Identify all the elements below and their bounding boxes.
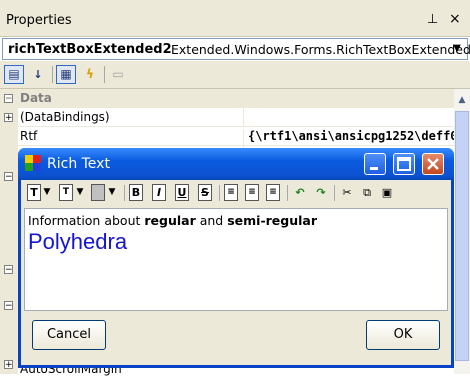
paste-icon[interactable]: ▣ (379, 184, 395, 201)
scroll-thumb[interactable] (455, 111, 469, 361)
rich-text-editor[interactable]: Information about regular and semi-regul… (24, 208, 448, 311)
italic-icon[interactable]: I (152, 184, 166, 201)
underline-icon[interactable]: U (175, 184, 189, 201)
property-value[interactable] (243, 108, 248, 127)
object-name: richTextBoxExtended2 (8, 42, 172, 57)
events-icon[interactable]: ϟ (80, 65, 100, 84)
bold-icon[interactable]: B (129, 184, 143, 201)
cut-icon[interactable]: ✂ (339, 184, 355, 201)
property-row-databindings[interactable]: + (DataBindings) (0, 108, 454, 127)
collapse-icon[interactable]: − (4, 301, 13, 311)
properties-icon[interactable]: ▦ (56, 65, 76, 84)
color-icon[interactable] (91, 184, 105, 201)
font-size-icon[interactable]: T (59, 184, 73, 201)
ok-button[interactable]: OK (366, 320, 440, 350)
align-center-icon[interactable]: ≡ (245, 184, 259, 201)
panel-title: Properties (6, 13, 72, 28)
property-label: (DataBindings) (20, 110, 110, 124)
text-run: Information about (28, 213, 145, 228)
text-run-bold: regular (144, 213, 196, 228)
copy-icon[interactable]: ⧉ (359, 184, 375, 201)
maximize-icon[interactable] (393, 153, 415, 175)
dialog-titlebar[interactable]: Rich Text (18, 148, 454, 180)
expand-icon[interactable]: + (4, 360, 13, 370)
properties-toolbar: ▤ ↓ ▦ ϟ ▭ (0, 61, 470, 89)
undo-icon[interactable]: ↶ (292, 184, 308, 201)
collapse-icon[interactable]: − (4, 172, 13, 182)
toolbar-divider (104, 66, 105, 83)
text-run: and (195, 213, 228, 228)
object-selector[interactable]: richTextBoxExtended2 Extended.Windows.Fo… (2, 38, 470, 60)
collapse-icon[interactable]: − (4, 94, 13, 104)
align-right-icon[interactable]: ≡ (266, 184, 280, 201)
app-icon (25, 155, 41, 171)
category-label: Data (20, 91, 52, 105)
categorized-icon[interactable]: ▤ (4, 65, 24, 84)
close-icon[interactable]: × (449, 11, 461, 27)
chevron-down-icon[interactable]: ▼ (449, 41, 465, 57)
redo-icon[interactable]: ↷ (313, 184, 329, 201)
strikethrough-icon[interactable]: S (198, 184, 212, 201)
grid-scrollbar[interactable]: ▲ (454, 89, 470, 374)
collapse-icon[interactable]: − (4, 265, 13, 275)
property-row-rtf[interactable]: Rtf {\rtf1\ansi\ansicpg1252\deff0 (0, 127, 458, 148)
align-left-icon[interactable]: ≡ (224, 184, 238, 201)
property-pages-icon[interactable]: ▭ (108, 65, 128, 84)
rich-text-dialog: Rich Text T ▼ T ▼ ▼ B I U S ≡ ≡ ≡ ↶ ↷ ✂ … (18, 148, 454, 368)
text-run-bold: semi-regular (227, 213, 318, 228)
minimize-icon[interactable] (364, 153, 386, 175)
toolbar-divider (287, 185, 288, 201)
toolbar-divider (52, 66, 53, 83)
properties-titlebar: Properties ⊥ × (0, 0, 470, 37)
font-icon[interactable]: T (27, 184, 41, 201)
dialog-title: Rich Text (47, 156, 110, 172)
chevron-down-icon[interactable]: ▼ (42, 184, 52, 201)
toolbar-divider (124, 185, 125, 201)
category-row-data[interactable]: − Data (0, 89, 454, 108)
chevron-down-icon[interactable]: ▼ (75, 184, 85, 201)
scroll-up-icon[interactable]: ▲ (454, 93, 470, 107)
toolbar-divider (334, 185, 335, 201)
editor-line-1: Information about regular and semi-regul… (28, 213, 317, 228)
alphabetical-icon[interactable]: ↓ (28, 65, 48, 84)
chevron-down-icon[interactable]: ▼ (107, 184, 117, 201)
close-icon[interactable] (422, 153, 444, 175)
format-toolbar: T ▼ T ▼ ▼ B I U S ≡ ≡ ≡ ↶ ↷ ✂ ⧉ ▣ (21, 181, 451, 205)
property-value[interactable]: {\rtf1\ansi\ansicpg1252\deff0 (243, 129, 458, 148)
toolbar-divider (219, 185, 220, 201)
editor-line-2: Polyhedra (28, 229, 128, 254)
cancel-button[interactable]: Cancel (32, 320, 106, 350)
pin-icon[interactable]: ⊥ (427, 12, 438, 27)
property-label: Rtf (20, 129, 38, 143)
expand-icon[interactable]: + (4, 113, 13, 123)
object-type: Extended.Windows.Forms.RichTextBoxExtend… (171, 42, 470, 57)
